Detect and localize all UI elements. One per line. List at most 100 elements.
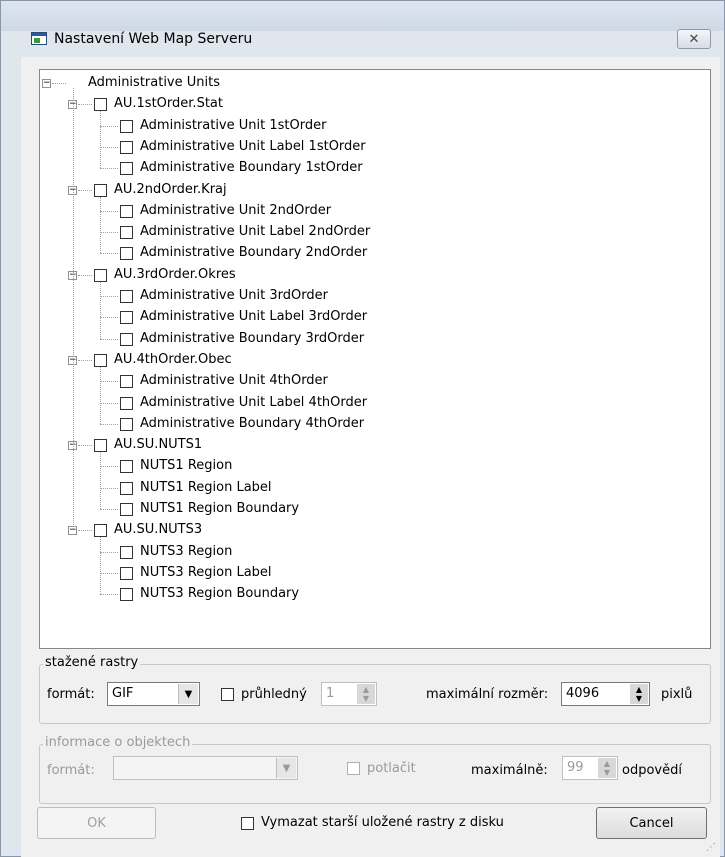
max-size-spinner[interactable]: 4096 ▲ ▼ (561, 682, 650, 706)
tree-group-label: AU.3rdOrder.Okres (114, 266, 236, 282)
tree-group-checkbox[interactable] (94, 183, 107, 197)
tree-connector (100, 551, 118, 553)
tree-connector (100, 572, 118, 574)
tree-group-checkbox[interactable] (94, 98, 107, 112)
tree-item-checkbox[interactable] (120, 481, 133, 495)
max-size-value: 4096 (566, 686, 600, 701)
tree-connector (100, 111, 101, 169)
tree-item-label: Administrative Unit Label 2ndOrder (140, 224, 371, 240)
max-size-unit: pixlů (661, 687, 693, 702)
tree-connector (100, 487, 118, 489)
objects-format-select[interactable]: ▼ (113, 756, 298, 780)
tree-item-label: Administrative Unit Label 3rdOrder (140, 309, 368, 325)
tree-connector (100, 253, 118, 255)
tree-item-label: NUTS1 Region Label (140, 479, 272, 495)
tree-connector (78, 359, 92, 361)
suppress-checkbox[interactable] (347, 762, 360, 775)
cancel-button[interactable]: Cancel (596, 807, 707, 839)
spinner-arrows-icon[interactable]: ▲ ▼ (598, 758, 616, 778)
delete-rasters-checkbox[interactable] (241, 817, 254, 830)
tree-connector (100, 423, 118, 425)
close-icon: ✕ (688, 31, 700, 47)
spinner-arrows-icon[interactable]: ▲ ▼ (357, 684, 375, 704)
ok-button[interactable]: OK (37, 807, 156, 839)
tree-expander-icon[interactable]: − (42, 79, 51, 88)
tree-connector (100, 594, 118, 596)
tree-item-checkbox[interactable] (120, 247, 133, 261)
tree-item-label: NUTS3 Region (140, 543, 233, 559)
tree-item-label: Administrative Unit 4thOrder (140, 373, 328, 389)
transparent-label: průhledný (241, 687, 307, 702)
tree-item-checkbox[interactable] (120, 417, 133, 431)
max-label: maximálně: (471, 763, 548, 778)
tree-item-checkbox[interactable] (120, 162, 133, 176)
raster-format-select[interactable]: GIF ▼ (107, 682, 200, 706)
layer-tree[interactable]: − Administrative Units − AU.1stOrder.Stat Ad… (39, 69, 711, 649)
tree-group-label: AU.4thOrder.Obec (114, 351, 232, 367)
tree-group-label: AU.SU.NUTS1 (114, 437, 203, 453)
tree-group-label: AU.1stOrder.Stat (114, 96, 223, 112)
transparent-checkbox[interactable] (221, 688, 234, 701)
tree-connector (100, 317, 118, 319)
tree-connector (78, 104, 92, 106)
tree-connector (100, 168, 118, 170)
tree-item-checkbox[interactable] (120, 311, 133, 325)
tree-item-label: NUTS1 Region (140, 458, 233, 474)
tree-group-label: AU.2ndOrder.Kraj (114, 181, 227, 197)
tree-connector (78, 274, 92, 276)
tree-connector (100, 509, 118, 510)
tree-connector (100, 196, 101, 254)
tree-connector (78, 189, 92, 191)
tree-group-checkbox[interactable] (94, 524, 107, 538)
objects-format-label: formát: (47, 763, 95, 778)
tree-connector (78, 445, 92, 447)
tree-item-checkbox[interactable] (120, 545, 133, 559)
tree-item-checkbox[interactable] (120, 566, 133, 580)
spinner-arrows-icon[interactable]: ▲ ▼ (630, 684, 648, 704)
tree-item-checkbox[interactable] (120, 332, 133, 346)
tree-connector (100, 466, 118, 468)
tree-root-label: Administrative Units (88, 75, 220, 90)
tree-item-label: NUTS1 Region Boundary (140, 501, 300, 516)
tree-connector (100, 452, 101, 509)
tree-item-checkbox[interactable] (120, 140, 133, 154)
dialog-window: Nastavení Web Map Serveru ✕ − Administrat… (0, 0, 725, 857)
raster-format-value: GIF (112, 686, 134, 701)
tree-item-label: Administrative Unit Label 4thOrder (140, 394, 368, 410)
tree-connector (73, 88, 74, 530)
transparent-spinner[interactable]: 1 ▲ ▼ (321, 682, 377, 706)
max-responses-spinner[interactable]: 99 ▲ ▼ (562, 756, 618, 780)
tree-group-checkbox[interactable] (94, 268, 107, 282)
raster-group-legend: stažené rastry (43, 655, 141, 670)
tree-connector (100, 281, 101, 339)
objects-group-legend: informace o objektech (43, 735, 193, 750)
chevron-down-icon[interactable]: ▼ (276, 758, 296, 778)
resize-grip-icon[interactable]: ⋰ (706, 842, 716, 853)
tree-item-checkbox[interactable] (120, 226, 133, 240)
raster-format-label: formát: (47, 687, 95, 702)
tree-group-checkbox[interactable] (94, 353, 107, 367)
tree-connector (78, 530, 92, 532)
tree-item-checkbox[interactable] (120, 290, 133, 303)
tree-connector (100, 338, 118, 340)
title-bar (1, 1, 724, 31)
dialog-client: − Administrative Units − AU.1stOrder.Stat Ad… (21, 57, 720, 857)
tree-group-checkbox[interactable] (94, 439, 107, 453)
tree-item-checkbox[interactable] (120, 204, 133, 218)
tree-item-checkbox[interactable] (120, 460, 133, 474)
chevron-down-icon[interactable]: ▼ (178, 684, 198, 704)
tree-connector (52, 83, 66, 84)
tree-connector (100, 232, 118, 234)
tree-item-checkbox[interactable] (120, 588, 133, 602)
tree-connector (100, 366, 101, 424)
tree-item-label: Administrative Boundary 1stOrder (140, 160, 363, 176)
tree-item-checkbox[interactable] (120, 396, 133, 410)
tree-item-label: Administrative Boundary 2ndOrder (140, 245, 368, 261)
tree-item-checkbox[interactable] (120, 503, 133, 516)
close-button[interactable]: ✕ (677, 29, 711, 49)
tree-item-checkbox[interactable] (120, 375, 133, 389)
tree-item-label: NUTS3 Region Label (140, 564, 272, 580)
tree-item-checkbox[interactable] (120, 119, 133, 133)
transparent-value: 1 (326, 686, 335, 701)
tree-connector (100, 210, 118, 212)
